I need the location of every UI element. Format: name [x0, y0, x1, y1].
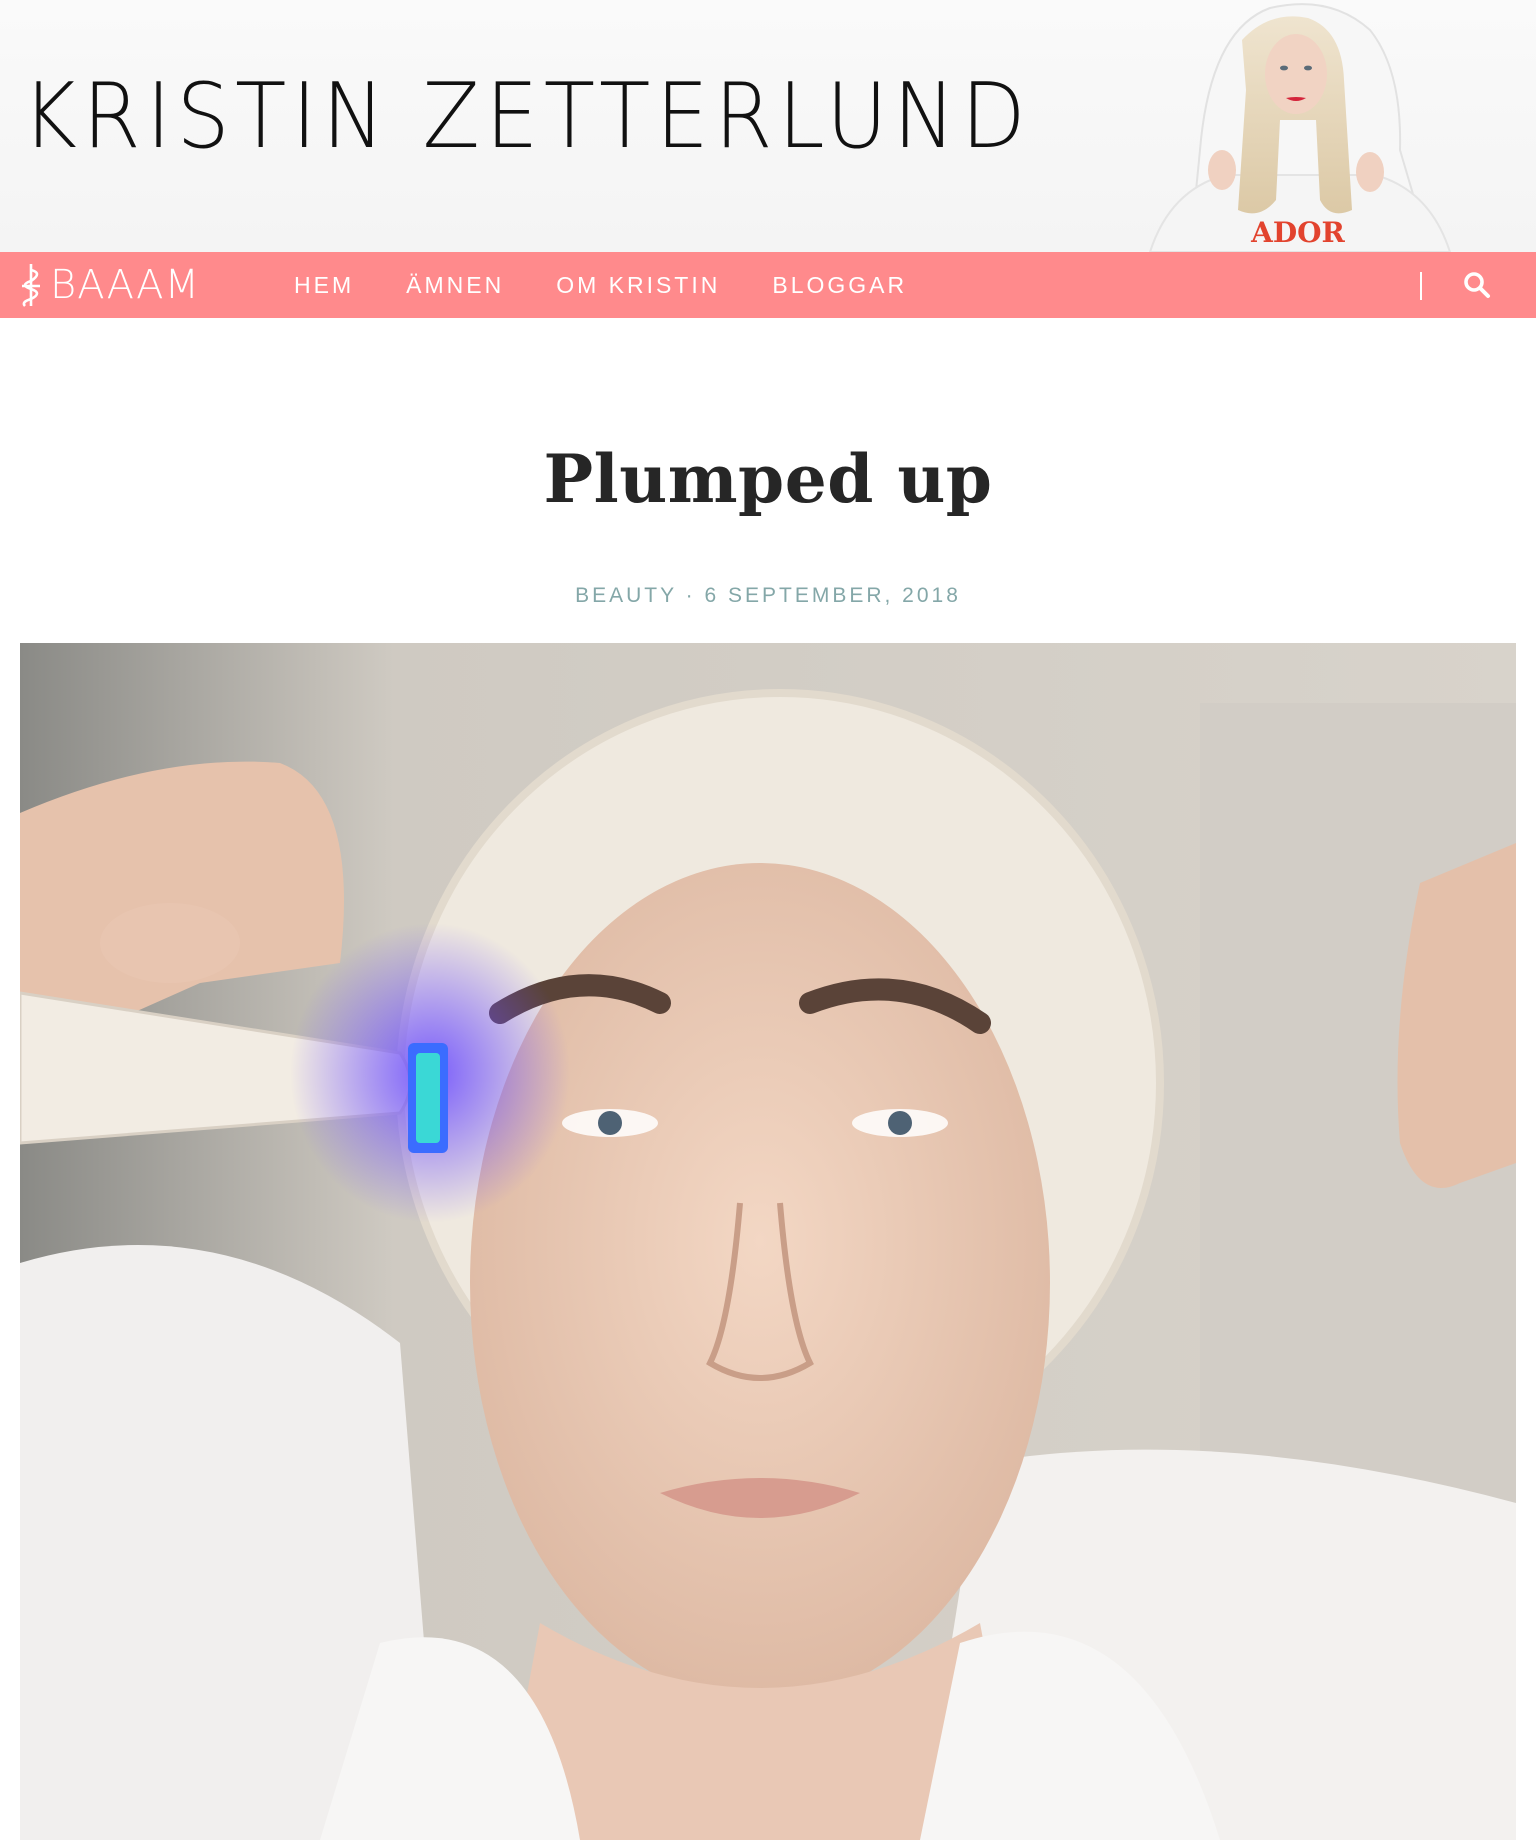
nav-links: HEM ÄMNEN OM KRISTIN BLOGGAR [294, 252, 959, 318]
baaam-logo-icon [22, 264, 40, 307]
nav-item-bloggar[interactable]: BLOGGAR [772, 272, 907, 299]
post-meta: BEAUTY · 6 SEPTEMBER, 2018 [0, 584, 1536, 608]
shirt-text: ADOR [1250, 216, 1345, 249]
nav-divider [1420, 272, 1422, 300]
nav-item-hem[interactable]: HEM [294, 272, 354, 299]
header-banner: KRISTIN ZETTERLUND ADOR [0, 0, 1536, 252]
brand-label: BAAAM [50, 262, 201, 308]
facial-treatment-photo [20, 643, 1516, 1840]
main-navbar: BAAAM HEM ÄMNEN OM KRISTIN BLOGGAR [0, 252, 1536, 318]
post-title: Plumped up [543, 440, 993, 518]
header-portrait-photo: ADOR [1148, 3, 1452, 252]
post-category-link[interactable]: BEAUTY [575, 584, 677, 607]
post-featured-image[interactable] [20, 643, 1516, 1840]
site-title[interactable]: KRISTIN ZETTERLUND [22, 72, 1031, 162]
nav-item-om-kristin[interactable]: OM KRISTIN [556, 272, 720, 299]
search-icon[interactable] [1462, 270, 1492, 300]
baaam-logo[interactable]: BAAAM [16, 262, 200, 308]
nav-item-amnen[interactable]: ÄMNEN [406, 272, 504, 299]
post-date: 6 SEPTEMBER, 2018 [704, 584, 961, 607]
meta-separator: · [685, 584, 696, 607]
